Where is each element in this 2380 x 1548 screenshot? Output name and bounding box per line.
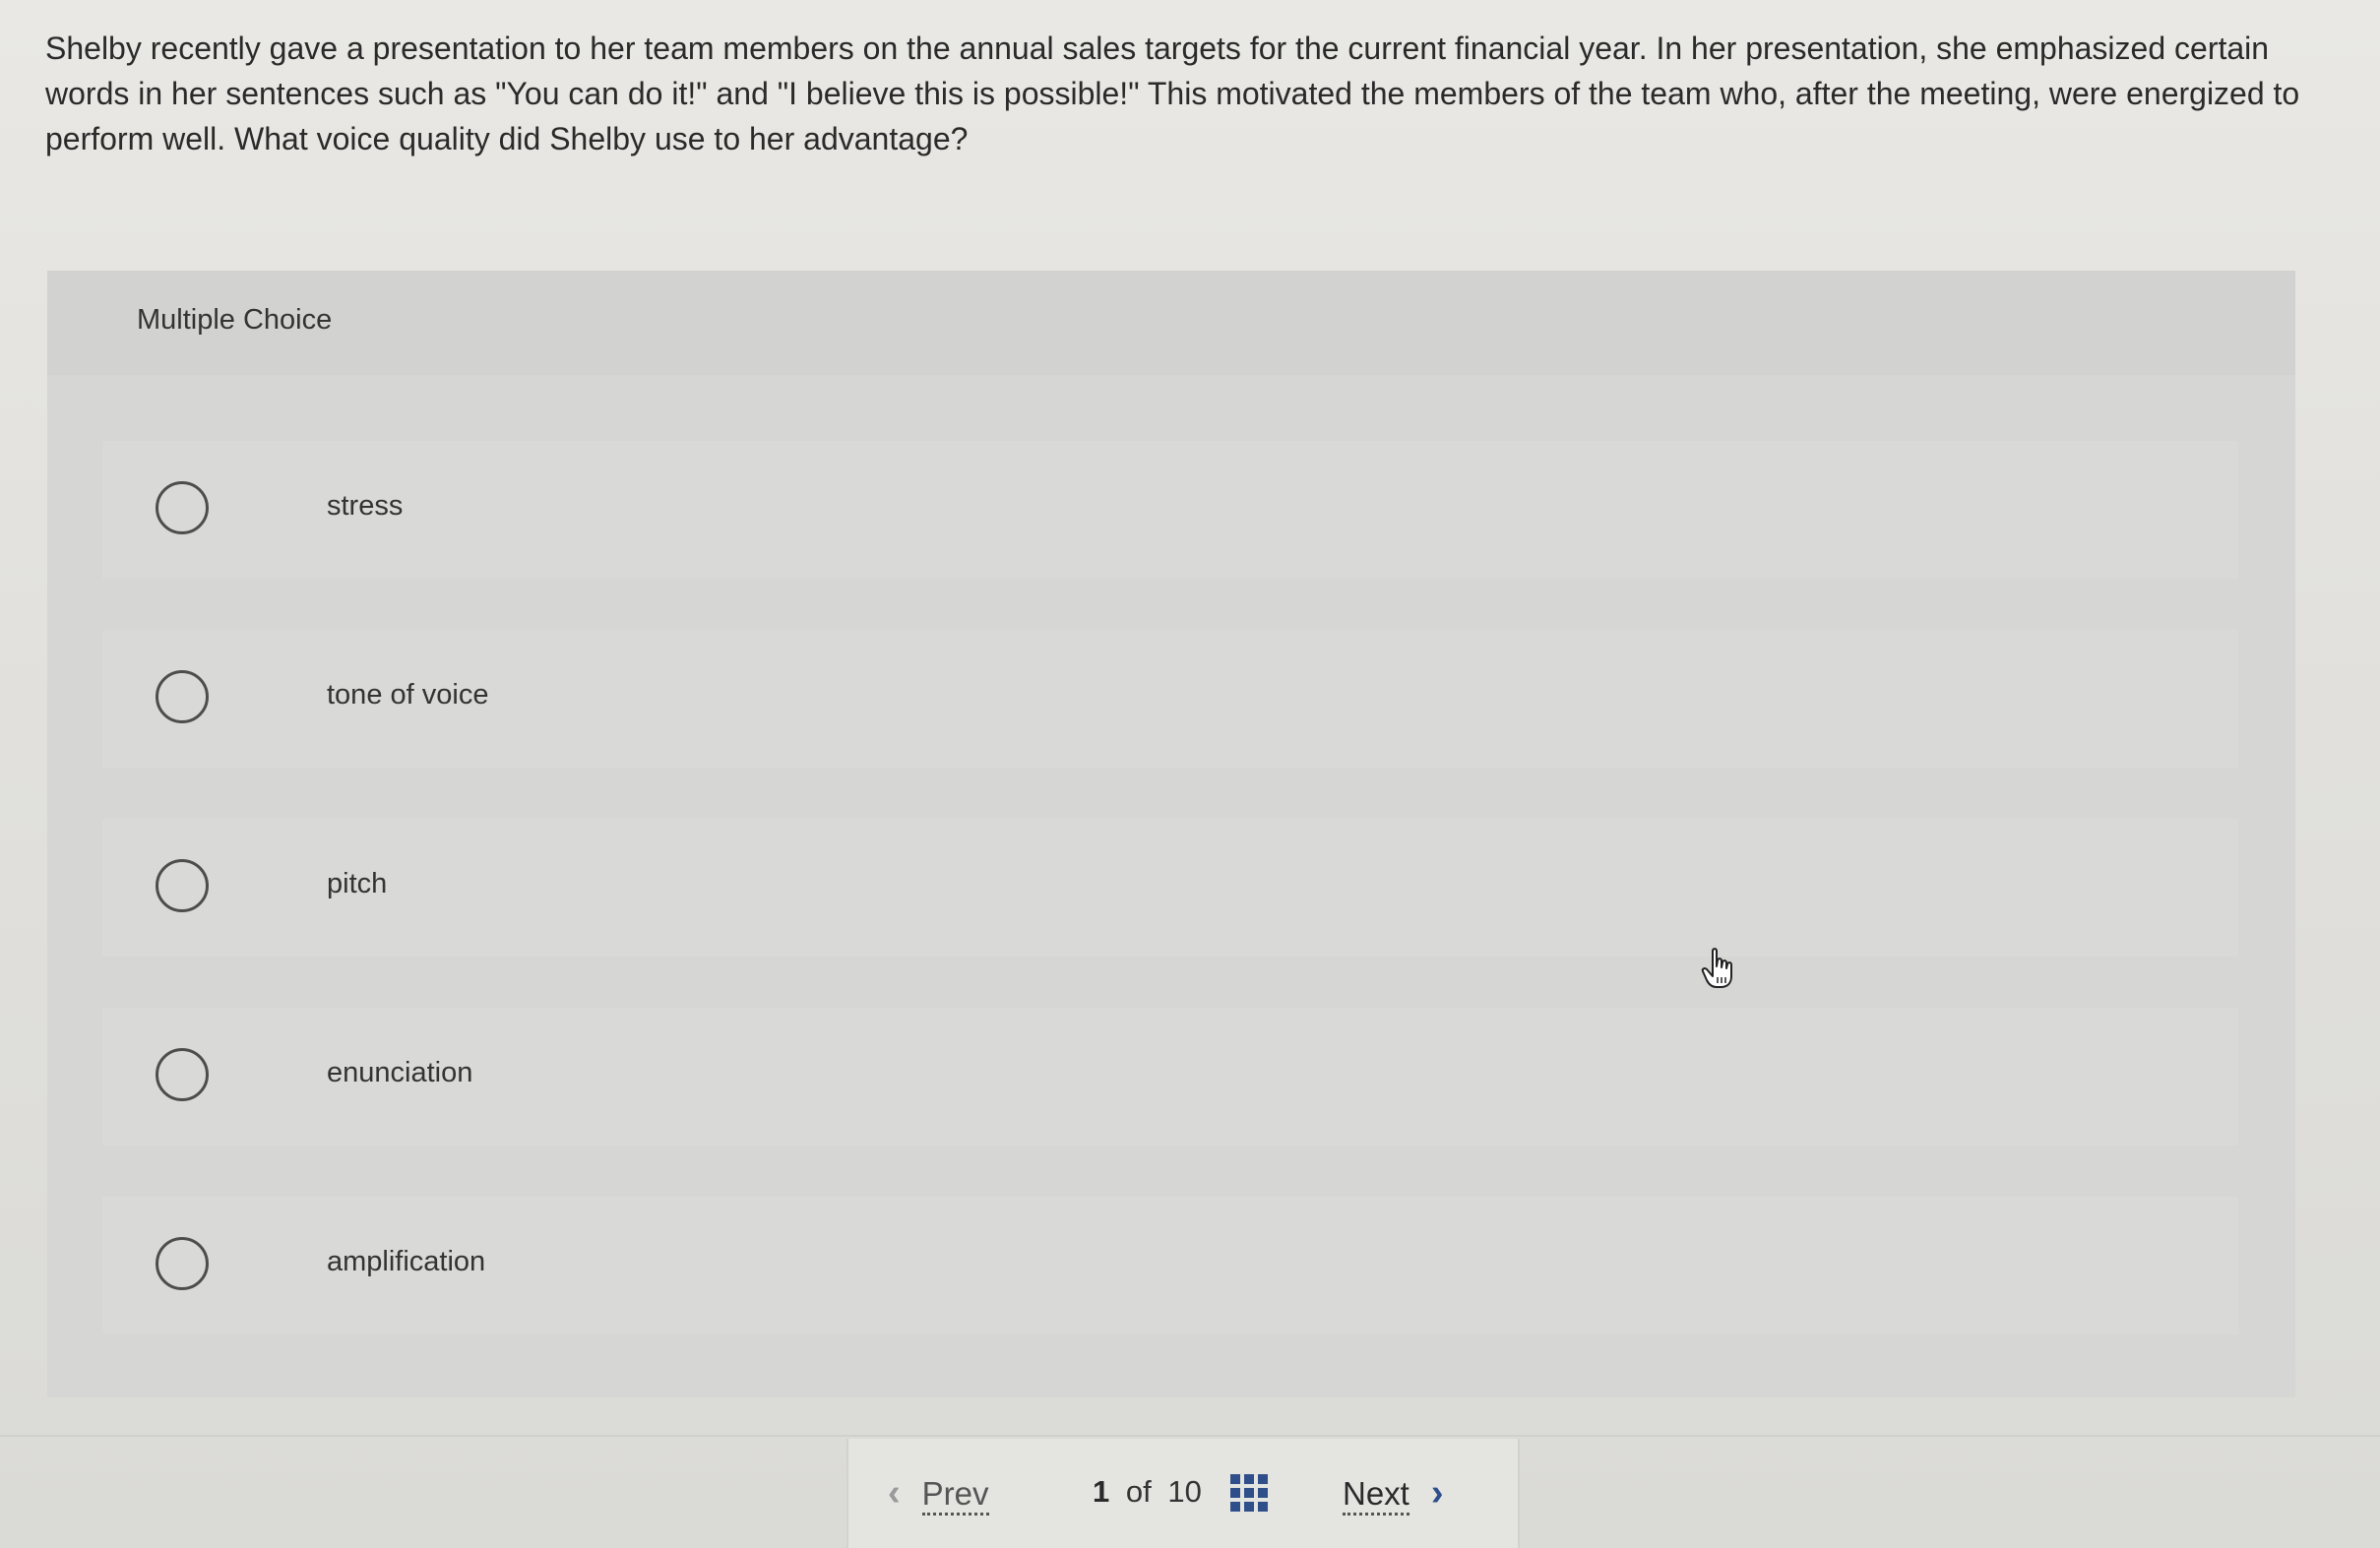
chevron-left-icon: ‹ <box>888 1472 901 1514</box>
current-question: 1 <box>1093 1474 1110 1509</box>
choice-item-amplification[interactable]: amplification <box>102 1197 2238 1334</box>
choice-label: pitch <box>327 868 388 899</box>
multiple-choice-panel: Multiple Choice stress tone of voice pit… <box>47 271 2295 1397</box>
choice-item-enunciation[interactable]: enunciation <box>102 1008 2238 1146</box>
panel-label: Multiple Choice <box>137 304 333 336</box>
choice-label: tone of voice <box>327 679 489 711</box>
prev-button[interactable]: ‹ Prev <box>888 1472 989 1516</box>
choice-item-stress[interactable]: stress <box>102 441 2238 579</box>
total-questions: 10 <box>1167 1474 1202 1509</box>
radio-button[interactable] <box>156 1048 209 1101</box>
choice-label: enunciation <box>327 1057 473 1088</box>
chevron-right-icon: › <box>1430 1472 1444 1514</box>
next-label: Next <box>1343 1475 1409 1516</box>
question-navigation: ‹ Prev 1 of 10 Next › <box>846 1439 1520 1548</box>
radio-button[interactable] <box>156 481 209 534</box>
choice-label: stress <box>327 490 404 522</box>
footer-divider <box>0 1435 2380 1437</box>
choice-list: stress tone of voice pitch enunciation a… <box>102 441 2238 1386</box>
choice-item-tone-of-voice[interactable]: tone of voice <box>102 630 2238 768</box>
of-label: of <box>1125 1474 1152 1509</box>
prev-label: Prev <box>921 1475 989 1516</box>
choice-label: amplification <box>327 1246 486 1277</box>
next-button[interactable]: Next › <box>1343 1472 1444 1516</box>
question-text: Shelby recently gave a presentation to h… <box>45 31 2300 156</box>
question-grid-icon[interactable] <box>1230 1474 1268 1512</box>
radio-button[interactable] <box>156 670 209 723</box>
radio-button[interactable] <box>156 1237 209 1290</box>
page-indicator: 1 of 10 <box>1093 1474 1202 1510</box>
radio-button[interactable] <box>156 859 209 912</box>
panel-header: Multiple Choice <box>47 271 2295 375</box>
choice-item-pitch[interactable]: pitch <box>102 819 2238 957</box>
hand-cursor-icon <box>1701 948 1732 988</box>
